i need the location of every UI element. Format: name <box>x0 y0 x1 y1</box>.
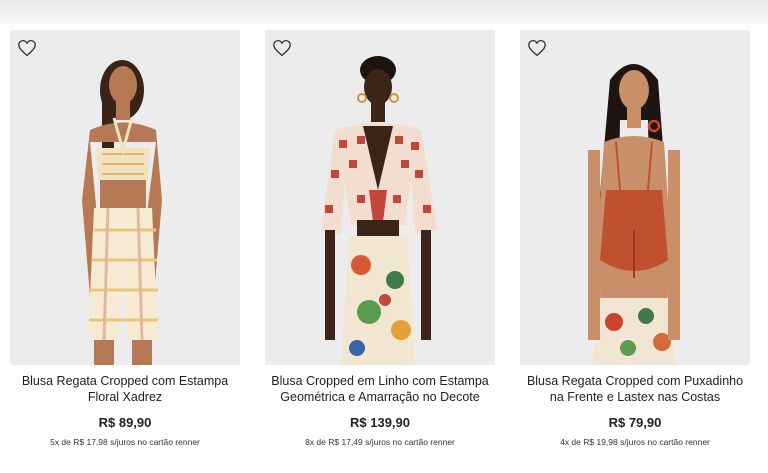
product-price: R$ 79,90 <box>608 415 662 430</box>
model-photo <box>10 30 240 365</box>
product-card[interactable]: Blusa Regata Cropped com Estampa Floral … <box>10 30 240 447</box>
heart-outline-icon[interactable] <box>272 39 292 57</box>
product-image[interactable] <box>265 30 495 365</box>
installment-info: 4x de R$ 19,98 s/juros no cartão renner <box>560 437 710 447</box>
installment-info: 5x de R$ 17,98 s/juros no cartão renner <box>50 437 200 447</box>
product-name[interactable]: Blusa Regata Cropped com Estampa Floral … <box>10 373 240 407</box>
product-price: R$ 139,90 <box>350 415 410 430</box>
heart-outline-icon[interactable] <box>17 39 37 57</box>
model-photo <box>520 30 750 365</box>
product-image[interactable] <box>520 30 750 365</box>
product-grid: Blusa Regata Cropped com Estampa Floral … <box>0 0 768 473</box>
heart-outline-icon[interactable] <box>527 39 547 57</box>
product-image[interactable] <box>10 30 240 365</box>
product-card[interactable]: Blusa Cropped em Linho com Estampa Geomé… <box>265 30 495 447</box>
installment-info: 8x de R$ 17,49 s/juros no cartão renner <box>305 437 455 447</box>
product-card[interactable]: Blusa Regata Cropped com Puxadinho na Fr… <box>520 30 750 447</box>
product-name[interactable]: Blusa Regata Cropped com Puxadinho na Fr… <box>520 373 750 407</box>
product-name[interactable]: Blusa Cropped em Linho com Estampa Geomé… <box>265 373 495 407</box>
model-photo <box>265 30 495 365</box>
product-price: R$ 89,90 <box>98 415 152 430</box>
